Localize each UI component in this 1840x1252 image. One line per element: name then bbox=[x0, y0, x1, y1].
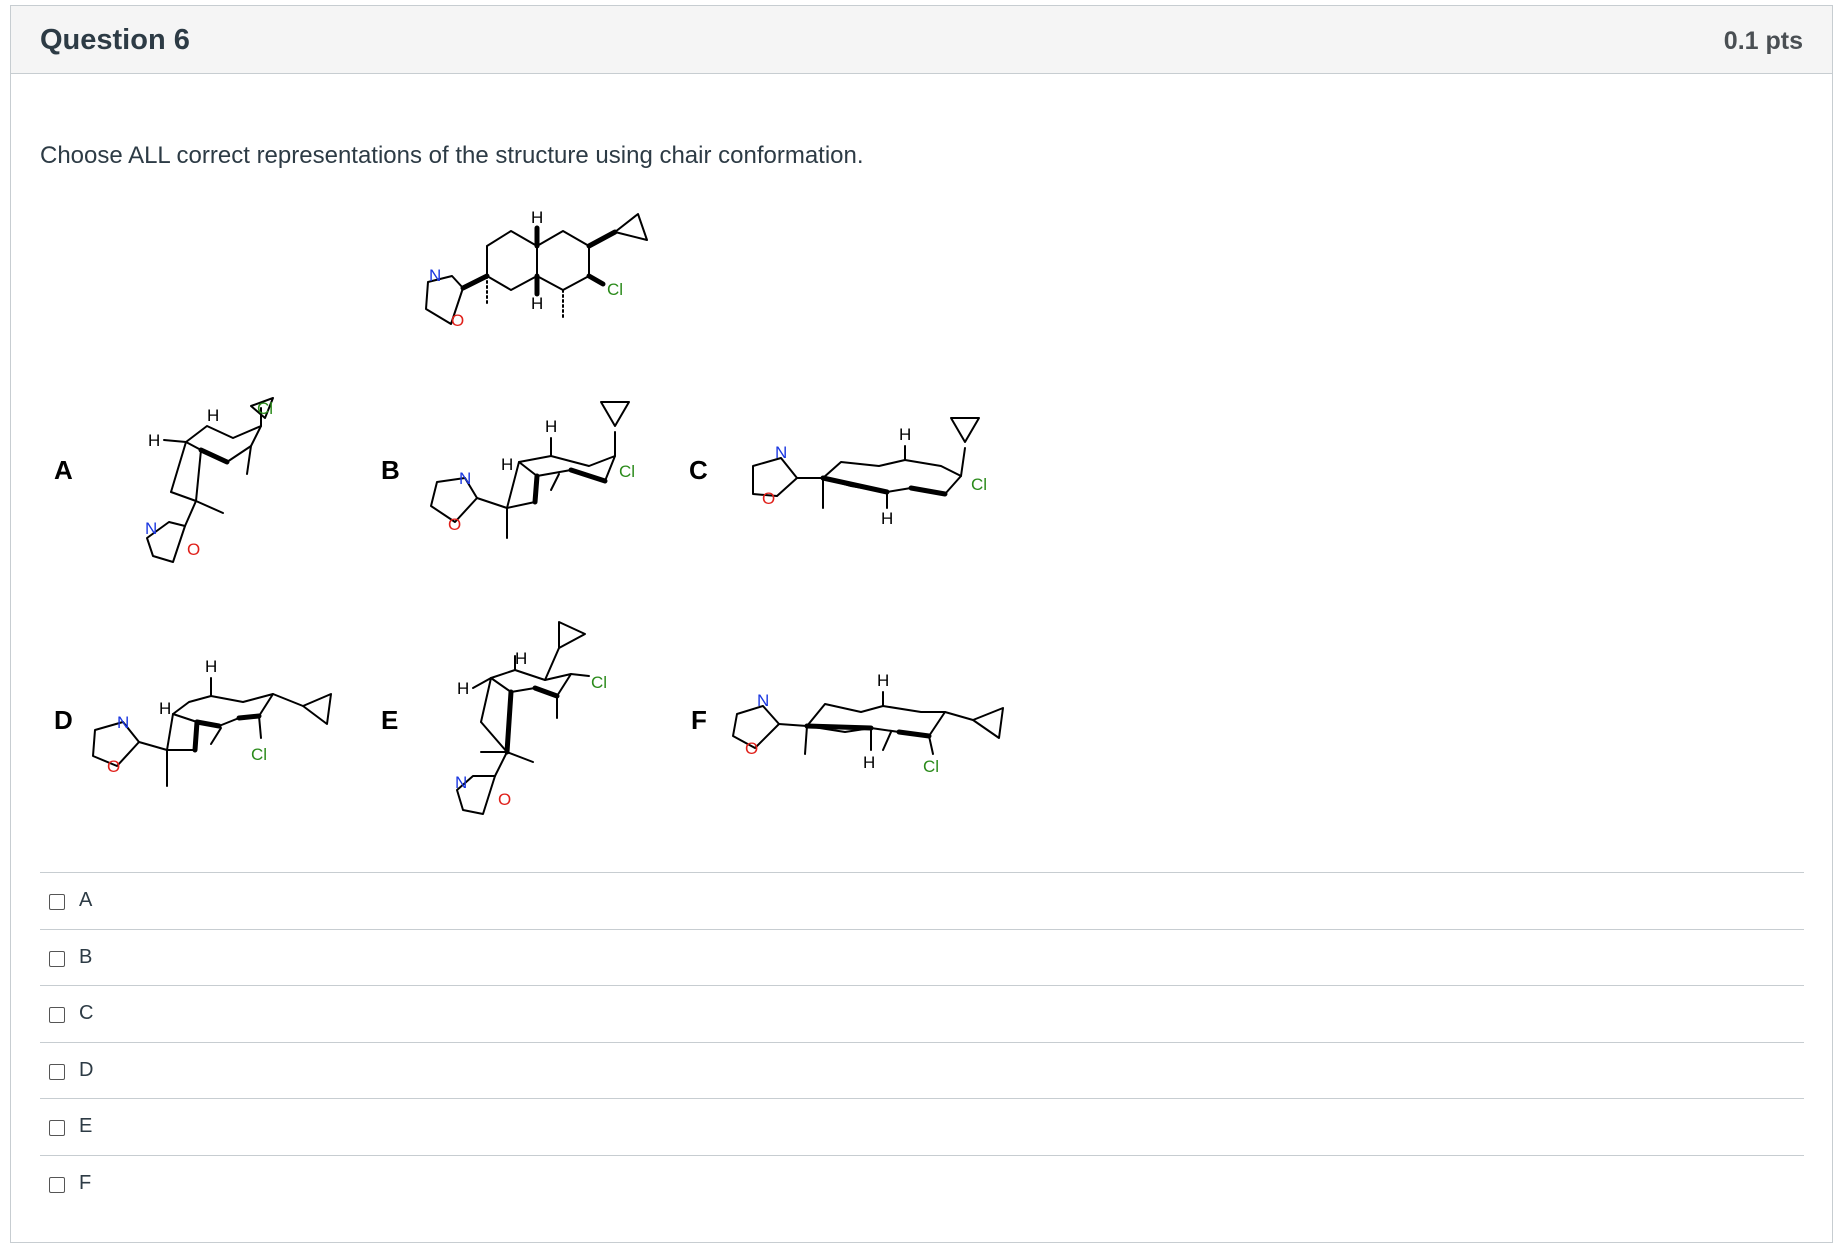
answer-label[interactable]: A bbox=[79, 889, 92, 912]
checkbox-c[interactable] bbox=[49, 1007, 65, 1023]
h-label: H bbox=[501, 455, 513, 474]
o-label: O bbox=[745, 739, 758, 758]
answer-option-f[interactable]: F bbox=[40, 1154, 1804, 1212]
h-label: H bbox=[531, 294, 543, 313]
h-label: H bbox=[148, 431, 160, 450]
option-label-c: C bbox=[689, 455, 708, 485]
o-label: O bbox=[448, 515, 461, 534]
o-label: O bbox=[498, 790, 511, 809]
answer-label[interactable]: C bbox=[79, 1002, 93, 1025]
h-label: H bbox=[877, 671, 889, 690]
option-label-e: E bbox=[381, 705, 398, 735]
answer-label[interactable]: E bbox=[79, 1115, 92, 1138]
reference-structure: Cl H H N O bbox=[425, 208, 648, 330]
n-label: N bbox=[117, 713, 129, 732]
question-title: Question 6 bbox=[40, 24, 190, 56]
question-header: Question 6 0.1 pts bbox=[11, 6, 1832, 74]
checkbox-a[interactable] bbox=[49, 894, 65, 910]
checkbox-f[interactable] bbox=[49, 1176, 65, 1193]
n-label: N bbox=[757, 691, 769, 710]
option-label-f: F bbox=[691, 705, 707, 735]
question-points: 0.1 pts bbox=[1723, 27, 1803, 55]
h-label: H bbox=[205, 657, 217, 676]
answer-label[interactable]: D bbox=[79, 1059, 93, 1082]
answer-option-d[interactable]: D bbox=[40, 1041, 1804, 1099]
cl-label: Cl bbox=[619, 462, 635, 481]
chair-structure-b: H Cl H N O bbox=[430, 401, 635, 539]
n-label: N bbox=[775, 443, 787, 462]
answer-option-b[interactable]: B bbox=[40, 928, 1804, 986]
n-label: N bbox=[455, 773, 467, 792]
checkbox-d[interactable] bbox=[49, 1063, 65, 1080]
h-label: H bbox=[531, 208, 543, 227]
question-card: Question 6 0.1 pts Choose ALL correct re… bbox=[10, 5, 1833, 1243]
h-label: H bbox=[899, 425, 911, 444]
option-label-b: B bbox=[381, 455, 400, 485]
chair-structure-a: H H Cl N O bbox=[145, 397, 274, 563]
chair-structure-d: H H Cl N O bbox=[92, 657, 332, 787]
h-label: H bbox=[863, 753, 875, 772]
n-label: N bbox=[429, 266, 441, 285]
cl-label: Cl bbox=[251, 745, 267, 764]
structure-figure: .b { stroke: #000; stroke-width: 2; fill… bbox=[54, 208, 1004, 815]
checkbox-e[interactable] bbox=[49, 1120, 65, 1136]
chair-structure-e: H H Cl N O bbox=[455, 621, 607, 815]
chair-structure-c: H Cl H N O bbox=[752, 417, 987, 528]
checkbox-b[interactable] bbox=[49, 950, 65, 967]
h-label: H bbox=[457, 679, 469, 698]
o-label: O bbox=[187, 540, 200, 559]
question-text: Choose ALL correct representations of th… bbox=[40, 142, 864, 169]
h-label: H bbox=[545, 417, 557, 436]
n-label: N bbox=[459, 469, 471, 488]
answer-option-c[interactable]: C bbox=[40, 985, 1804, 1042]
o-label: O bbox=[762, 489, 775, 508]
chair-structure-f: H H Cl N O bbox=[732, 671, 1004, 776]
answer-label[interactable]: F bbox=[79, 1172, 91, 1195]
option-label-a: A bbox=[54, 455, 73, 485]
answer-option-e[interactable]: E bbox=[40, 1098, 1804, 1155]
answer-option-a[interactable]: A bbox=[40, 872, 1804, 929]
cl-label: Cl bbox=[923, 757, 939, 776]
answer-label[interactable]: B bbox=[79, 946, 92, 969]
h-label: H bbox=[881, 509, 893, 528]
o-label: O bbox=[451, 311, 464, 330]
o-label: O bbox=[107, 757, 120, 776]
cl-label: Cl bbox=[971, 475, 987, 494]
n-label: N bbox=[145, 519, 157, 538]
h-label: H bbox=[159, 699, 171, 718]
answer-list: A B C D E F bbox=[40, 872, 1804, 1211]
cl-label: Cl bbox=[607, 280, 623, 299]
cl-label: Cl bbox=[591, 673, 607, 692]
option-label-d: D bbox=[54, 705, 73, 735]
h-label: H bbox=[515, 649, 527, 668]
h-label: H bbox=[207, 406, 219, 425]
cl-label: Cl bbox=[257, 399, 273, 418]
